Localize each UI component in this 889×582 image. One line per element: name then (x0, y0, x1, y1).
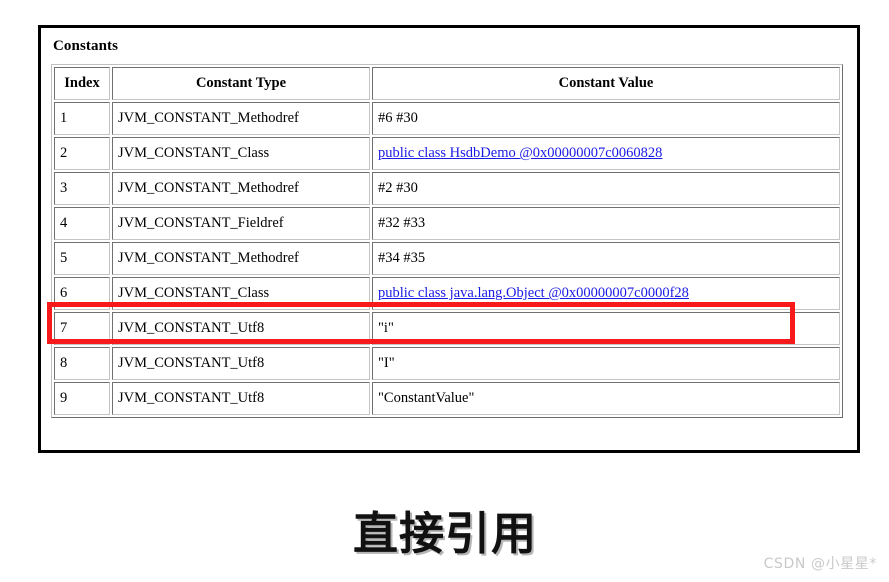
cell-index: 5 (54, 242, 110, 275)
column-header-constant-value: Constant Value (372, 67, 840, 100)
table-row: 4 JVM_CONSTANT_Fieldref #32 #33 (54, 207, 840, 240)
table-row: 7 JVM_CONSTANT_Utf8 "i" (54, 312, 840, 345)
table-row-highlighted: 6 JVM_CONSTANT_Class public class java.l… (54, 277, 840, 310)
csdn-watermark: CSDN @小星星* (763, 556, 877, 572)
cell-constant-value: #32 #33 (372, 207, 840, 240)
table-row: 5 JVM_CONSTANT_Methodref #34 #35 (54, 242, 840, 275)
cell-constant-type: JVM_CONSTANT_Fieldref (112, 207, 370, 240)
cell-constant-type: JVM_CONSTANT_Utf8 (112, 382, 370, 415)
cell-index: 2 (54, 137, 110, 170)
table-header: Index Constant Type Constant Value (54, 67, 840, 100)
column-header-constant-type: Constant Type (112, 67, 370, 100)
constants-table: Index Constant Type Constant Value 1 JVM… (51, 64, 843, 418)
cell-index: 9 (54, 382, 110, 415)
cell-constant-type: JVM_CONSTANT_Class (112, 277, 370, 310)
cell-constant-type: JVM_CONSTANT_Methodref (112, 102, 370, 135)
table-row: 2 JVM_CONSTANT_Class public class HsdbDe… (54, 137, 840, 170)
constant-value-link[interactable]: public class java.lang.Object @0x0000000… (378, 285, 689, 301)
cell-constant-value: #6 #30 (372, 102, 840, 135)
panel-content: Constants Index Constant Type Constant V… (41, 28, 857, 450)
table-body: 1 JVM_CONSTANT_Methodref #6 #30 2 JVM_CO… (54, 102, 840, 415)
cell-constant-value: #34 #35 (372, 242, 840, 275)
cell-constant-value: public class HsdbDemo @0x00000007c006082… (372, 137, 840, 170)
column-header-index: Index (54, 67, 110, 100)
cell-constant-value: "I" (372, 347, 840, 380)
cell-constant-value: "ConstantValue" (372, 382, 840, 415)
page-title: Constants (53, 38, 119, 54)
cell-index: 8 (54, 347, 110, 380)
table-header-row: Index Constant Type Constant Value (54, 67, 840, 100)
cell-constant-value: public class java.lang.Object @0x0000000… (372, 277, 840, 310)
table-row: 3 JVM_CONSTANT_Methodref #2 #30 (54, 172, 840, 205)
screenshot-panel-frame: Constants Index Constant Type Constant V… (38, 25, 860, 453)
cell-constant-value: #2 #30 (372, 172, 840, 205)
cell-constant-type: JVM_CONSTANT_Utf8 (112, 312, 370, 345)
cell-constant-type: JVM_CONSTANT_Utf8 (112, 347, 370, 380)
cell-index: 1 (54, 102, 110, 135)
cell-index: 3 (54, 172, 110, 205)
cell-index: 4 (54, 207, 110, 240)
table-row: 8 JVM_CONSTANT_Utf8 "I" (54, 347, 840, 380)
cell-constant-type: JVM_CONSTANT_Class (112, 137, 370, 170)
cell-index: 6 (54, 277, 110, 310)
cell-constant-type: JVM_CONSTANT_Methodref (112, 172, 370, 205)
cell-constant-value: "i" (372, 312, 840, 345)
table-row: 9 JVM_CONSTANT_Utf8 "ConstantValue" (54, 382, 840, 415)
cell-constant-type: JVM_CONSTANT_Methodref (112, 242, 370, 275)
constant-value-link[interactable]: public class HsdbDemo @0x00000007c006082… (378, 145, 662, 161)
cell-index: 7 (54, 312, 110, 345)
caption-label: 直接引用 (353, 507, 538, 560)
table-row: 1 JVM_CONSTANT_Methodref #6 #30 (54, 102, 840, 135)
